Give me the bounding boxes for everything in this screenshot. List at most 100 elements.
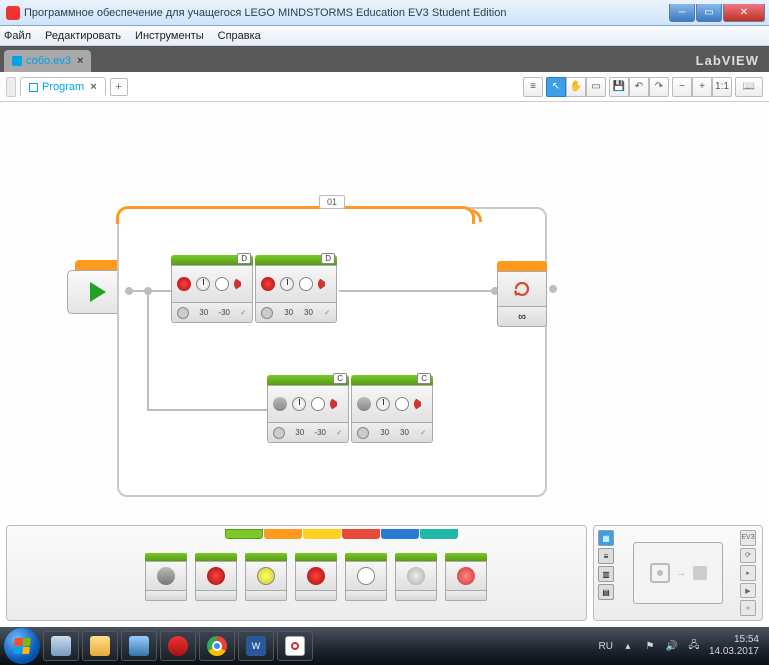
hw-refresh[interactable]: ⟳: [740, 548, 756, 564]
param-power[interactable]: 30: [199, 308, 208, 317]
palette-tab-advanced[interactable]: [381, 529, 419, 539]
palette-large-motor[interactable]: [195, 553, 237, 601]
motor-block-c1[interactable]: C 30 -30 ✓: [267, 375, 349, 443]
tab-scroll-handle[interactable]: [6, 77, 16, 97]
param-power[interactable]: 30: [380, 428, 389, 437]
tray-volume-icon[interactable]: 🔊: [665, 639, 679, 653]
hw-run[interactable]: ▶: [740, 583, 756, 599]
undo-button[interactable]: ↶: [629, 77, 649, 97]
taskbar-chrome[interactable]: [199, 631, 235, 661]
port-label[interactable]: D: [321, 253, 335, 264]
palette-move-tank[interactable]: [295, 553, 337, 601]
wire: [339, 290, 494, 292]
palette-tab-myblocks[interactable]: [420, 529, 458, 539]
param-power[interactable]: 30: [295, 428, 304, 437]
list-button[interactable]: ≡: [523, 77, 543, 97]
motor-block-d2[interactable]: D 30 30 ✓: [255, 255, 337, 323]
zoom-in-button[interactable]: +: [692, 77, 712, 97]
loop-end-block[interactable]: ∞: [497, 261, 547, 327]
menu-file[interactable]: Файл: [4, 30, 31, 42]
tray-show-hidden-icon[interactable]: ▴: [621, 639, 635, 653]
param-rot[interactable]: 30: [304, 308, 313, 317]
minimize-button[interactable]: ─: [669, 4, 695, 22]
docs-button[interactable]: 📖: [735, 77, 763, 97]
param-rot[interactable]: -30: [218, 308, 230, 317]
tray-clock[interactable]: 15:54 14.03.2017: [709, 634, 759, 658]
tray-lang[interactable]: RU: [598, 641, 612, 652]
port-label[interactable]: C: [333, 373, 347, 384]
palette-tab-action[interactable]: [225, 529, 263, 539]
loop-block[interactable]: 01 D 30 -30 ✓ D: [117, 207, 547, 497]
palette-tab-data[interactable]: [342, 529, 380, 539]
mode-selector[interactable]: [273, 427, 285, 439]
sound-icon: [407, 567, 425, 585]
hw-tab-ports[interactable]: ≡: [598, 548, 614, 564]
palette-sound[interactable]: [395, 553, 437, 601]
zoom-out-button[interactable]: −: [672, 77, 692, 97]
tank-icon: [307, 567, 325, 585]
dial-icon: [196, 277, 210, 291]
palette-move-steering[interactable]: [245, 553, 287, 601]
menu-tools[interactable]: Инструменты: [135, 30, 204, 42]
mode-selector[interactable]: [261, 307, 273, 319]
param-brake[interactable]: ✓: [240, 308, 247, 317]
program-tab-close[interactable]: ×: [90, 81, 96, 93]
hw-download[interactable]: ▸: [740, 565, 756, 581]
pan-tool[interactable]: ✋: [566, 77, 586, 97]
hw-tab-brick[interactable]: ▦: [598, 530, 614, 546]
menu-help[interactable]: Справка: [218, 30, 261, 42]
redo-button[interactable]: ↷: [649, 77, 669, 97]
loop-mode[interactable]: ∞: [518, 311, 526, 323]
taskbar-explorer[interactable]: [43, 631, 79, 661]
palette-display[interactable]: [345, 553, 387, 601]
brick-graphic[interactable]: →: [633, 542, 723, 604]
hw-tab-sensors[interactable]: ▤: [598, 584, 614, 600]
direction-icon: [234, 277, 248, 291]
taskbar-word[interactable]: W: [238, 631, 274, 661]
taskbar-app1[interactable]: [121, 631, 157, 661]
param-brake[interactable]: ✓: [420, 428, 427, 437]
motor-block-d1[interactable]: D 30 -30 ✓: [171, 255, 253, 323]
close-button[interactable]: ✕: [723, 4, 765, 22]
add-program-tab[interactable]: +: [110, 78, 128, 96]
program-canvas[interactable]: 01 D 30 -30 ✓ D: [0, 102, 769, 534]
tray-network-icon[interactable]: 🖧: [687, 639, 701, 653]
loop-counter[interactable]: 01: [319, 195, 345, 209]
save-button[interactable]: 💾: [609, 77, 629, 97]
param-brake[interactable]: ✓: [336, 428, 343, 437]
menu-edit[interactable]: Редактировать: [45, 30, 121, 42]
param-rot[interactable]: -30: [314, 428, 326, 437]
pointer-tool[interactable]: ↖: [546, 77, 566, 97]
program-tab-label: Program: [42, 81, 84, 93]
palette-medium-motor[interactable]: [145, 553, 187, 601]
port-label[interactable]: D: [237, 253, 251, 264]
param-power[interactable]: 30: [284, 308, 293, 317]
taskbar-app2[interactable]: [160, 631, 196, 661]
mode-selector[interactable]: [357, 427, 369, 439]
hw-ev3-badge: EV3: [740, 530, 756, 546]
maximize-button[interactable]: ▭: [696, 4, 722, 22]
motor-icon: [261, 277, 275, 291]
program-tab-row: Program × + ≡ ↖ ✋ ▭ 💾 ↶ ↷ − + 1:1 📖: [0, 72, 769, 102]
palette-tab-flow[interactable]: [264, 529, 302, 539]
param-rot[interactable]: 30: [400, 428, 409, 437]
port-label[interactable]: C: [417, 373, 431, 384]
taskbar-ev3[interactable]: [277, 631, 313, 661]
param-brake[interactable]: ✓: [324, 308, 331, 317]
project-tab[interactable]: собо.ev3 ×: [4, 50, 91, 72]
palette-tab-sensor[interactable]: [303, 529, 341, 539]
hw-expand[interactable]: »: [740, 600, 756, 616]
project-tab-close[interactable]: ×: [77, 55, 83, 67]
taskbar-folder[interactable]: [82, 631, 118, 661]
program-tab[interactable]: Program ×: [20, 77, 106, 96]
brick-screen-icon: [650, 563, 670, 583]
start-button[interactable]: [4, 628, 40, 664]
mode-selector[interactable]: [177, 307, 189, 319]
palette-brick-status[interactable]: [445, 553, 487, 601]
comment-tool[interactable]: ▭: [586, 77, 606, 97]
zoom-fit-button[interactable]: 1:1: [712, 77, 732, 97]
tray-time: 15:54: [709, 634, 759, 646]
tray-flag-icon[interactable]: ⚑: [643, 639, 657, 653]
motor-block-c2[interactable]: C 30 30 ✓: [351, 375, 433, 443]
hw-tab-motors[interactable]: ▥: [598, 566, 614, 582]
